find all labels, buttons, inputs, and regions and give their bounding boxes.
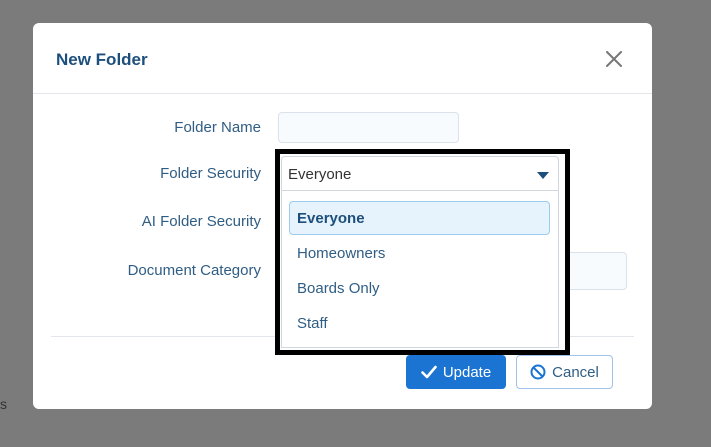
check-icon bbox=[421, 365, 437, 379]
dropdown-option-everyone[interactable]: Everyone bbox=[289, 201, 550, 235]
ai-folder-security-label: AI Folder Security bbox=[141, 213, 261, 230]
folder-security-selected-value: Everyone bbox=[288, 166, 352, 183]
dropdown-option-homeowners[interactable]: Homeowners bbox=[289, 236, 550, 270]
folder-security-label: Folder Security bbox=[160, 165, 261, 182]
folder-name-input[interactable] bbox=[278, 112, 459, 143]
folder-security-dropdown: Everyone Homeowners Boards Only Staff bbox=[281, 191, 559, 348]
folder-security-select[interactable]: Everyone bbox=[281, 156, 559, 191]
document-category-label: Document Category bbox=[127, 262, 261, 279]
close-button[interactable] bbox=[602, 47, 626, 71]
cancel-button-label: Cancel bbox=[552, 363, 599, 381]
close-icon bbox=[606, 51, 622, 67]
background-text-fragment: s bbox=[0, 396, 7, 412]
dropdown-option-boards-only[interactable]: Boards Only bbox=[289, 271, 550, 305]
modal-title: New Folder bbox=[56, 50, 148, 69]
ban-icon bbox=[530, 364, 546, 380]
cancel-button[interactable]: Cancel bbox=[516, 355, 613, 389]
update-button-label: Update bbox=[442, 363, 492, 381]
modal-header: New Folder bbox=[33, 23, 652, 94]
folder-name-label: Folder Name bbox=[174, 119, 261, 136]
caret-down-icon[interactable] bbox=[537, 172, 549, 179]
dropdown-option-staff[interactable]: Staff bbox=[289, 306, 550, 340]
update-button[interactable]: Update bbox=[406, 355, 506, 389]
